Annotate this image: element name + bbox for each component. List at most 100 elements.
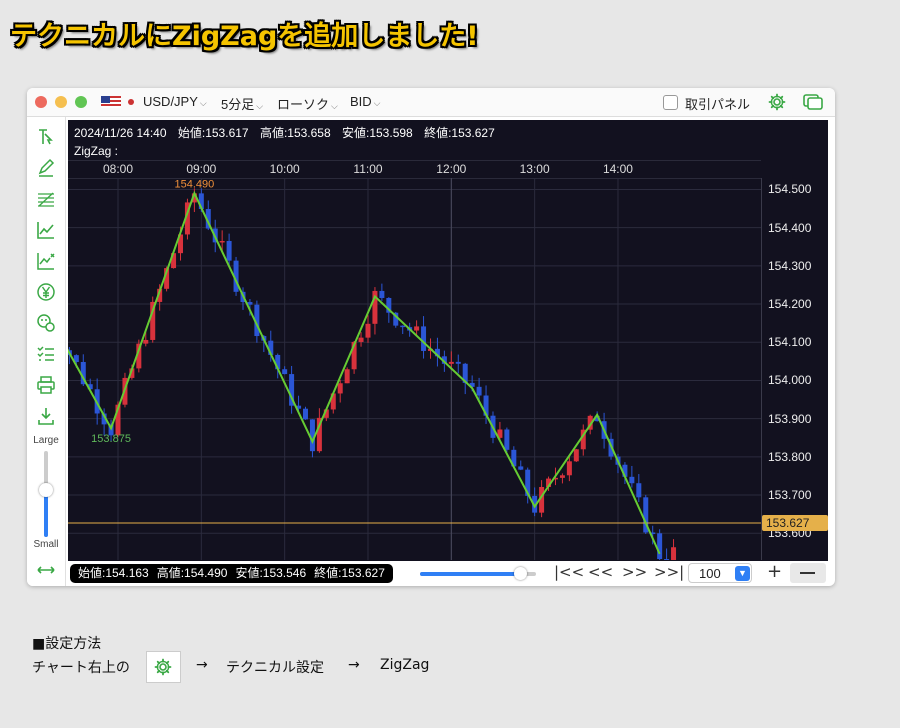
chart-type-label: ローソク <box>277 97 330 112</box>
chevron-down-icon: ⌵ <box>199 98 207 108</box>
candle-body <box>414 326 420 331</box>
jump-start-button[interactable]: |<< <box>554 563 584 581</box>
chart-type-select[interactable]: ローソク ⌵ <box>277 94 338 113</box>
scroll-slider-knob[interactable] <box>513 567 527 580</box>
indicator-icon[interactable] <box>36 251 56 271</box>
status-dot-icon <box>128 99 134 105</box>
us-flag-icon <box>101 96 121 108</box>
chevron-down-icon: ⌵ <box>331 101 338 111</box>
step-back-button[interactable]: << <box>588 563 613 581</box>
candle-body <box>455 361 461 364</box>
print-icon[interactable] <box>36 375 56 395</box>
candlestick-plot[interactable]: 154.490 153.875 153.546 <box>68 178 761 560</box>
candle-body <box>226 240 232 261</box>
price-tick-label: 154.000 <box>768 373 812 388</box>
step-forward-button[interactable]: >> <box>622 563 647 581</box>
zoom-out-button[interactable] <box>790 563 826 583</box>
trade-panel-label[interactable]: 取引パネル <box>685 94 750 113</box>
size-slider[interactable] <box>39 451 53 537</box>
size-slider-fill <box>44 489 48 537</box>
pencil-icon[interactable] <box>36 158 56 178</box>
drawing-toolbar: Large Small <box>27 117 66 586</box>
close-window-button[interactable] <box>35 96 47 108</box>
range-close-value: 終値:153.627 <box>314 566 385 580</box>
step-technical-settings: テクニカル設定 <box>226 660 324 676</box>
price-axis[interactable]: 154.500 154.400 154.300 154.200 154.100 154.0… <box>761 178 829 560</box>
symbol-select[interactable]: USD/JPY ⌵ <box>143 94 207 109</box>
candle-body <box>636 483 642 498</box>
indicator-label: ZigZag : <box>74 144 119 158</box>
scroll-slider-fill <box>420 572 520 576</box>
instructions-prefix: チャート右上の <box>32 660 130 676</box>
headline: テクニカルにZigZagを追加しました! <box>10 21 479 52</box>
candle-body <box>400 325 406 328</box>
zigzag-extreme-label: 153.546 <box>640 559 680 560</box>
line-chart-icon[interactable] <box>36 220 56 240</box>
cursor-icon[interactable] <box>36 127 56 147</box>
candle-body <box>566 461 572 476</box>
window-layout-icon[interactable] <box>803 93 823 111</box>
candle-body <box>358 337 364 342</box>
candle-body <box>379 290 385 298</box>
chevron-down-icon[interactable]: ▼ <box>735 566 750 581</box>
maximize-window-button[interactable] <box>75 96 87 108</box>
price-tick-label: 154.200 <box>768 297 812 312</box>
candle-body <box>282 369 288 375</box>
chart-window: USD/JPY ⌵ 5分足 ⌵ ローソク ⌵ BID ⌵ 取引パネル Large Sma… <box>27 88 835 586</box>
price-tick-label: 154.100 <box>768 335 812 350</box>
time-tick-label: 08:00 <box>102 162 134 176</box>
zoom-in-button[interactable]: + <box>767 561 782 582</box>
yen-icon[interactable] <box>36 282 56 302</box>
candle-body <box>219 240 225 243</box>
symbol-label: USD/JPY <box>143 94 198 109</box>
title-bar: USD/JPY ⌵ 5分足 ⌵ ローソク ⌵ BID ⌵ 取引パネル <box>27 88 835 117</box>
download-icon[interactable] <box>36 406 56 426</box>
close-value: 終値:153.627 <box>424 126 495 140</box>
open-value: 始値:153.617 <box>177 126 249 140</box>
candle-body <box>344 369 350 384</box>
minimize-window-button[interactable] <box>55 96 67 108</box>
expand-horizontal-icon[interactable] <box>36 560 56 580</box>
chart-settings-icon[interactable] <box>36 313 56 333</box>
gear-icon[interactable] <box>767 92 787 112</box>
price-type-label: BID <box>350 94 372 109</box>
time-tick-label: 12:00 <box>436 162 467 176</box>
gear-icon <box>154 658 172 676</box>
candle-body <box>365 323 371 338</box>
candle-body <box>629 476 635 484</box>
price-tick-label: 154.300 <box>768 258 812 273</box>
candle-body <box>421 326 427 351</box>
instructions-title: ■設定方法 <box>32 636 102 652</box>
time-tick-label: 10:00 <box>269 162 300 176</box>
chevron-down-icon: ⌵ <box>256 101 264 111</box>
interval-select[interactable]: 5分足 ⌵ <box>221 94 263 113</box>
range-high-value: 高値:154.490 <box>156 566 228 580</box>
range-low-value: 安値:153.546 <box>235 566 307 580</box>
candle-body <box>302 408 308 420</box>
jump-end-button[interactable]: >>| <box>654 563 684 581</box>
fibonacci-icon[interactable] <box>36 189 56 209</box>
candle-body <box>573 449 579 462</box>
price-tick-label: 153.700 <box>768 488 812 503</box>
scroll-slider[interactable] <box>420 567 536 580</box>
time-tick-label: 11:00 <box>353 162 383 176</box>
size-small-label: Small <box>33 539 59 550</box>
price-tick-label: 154.500 <box>768 182 812 197</box>
chevron-down-icon: ⌵ <box>373 98 381 108</box>
size-large-label: Large <box>33 435 59 446</box>
trade-panel-checkbox[interactable] <box>663 95 678 110</box>
chart-area[interactable]: 2024/11/26 14:40 始値:153.617 高値:153.658 安… <box>68 120 828 586</box>
checklist-icon[interactable] <box>36 344 56 364</box>
ohlc-info-bar: 2024/11/26 14:40 始値:153.617 高値:153.658 安… <box>68 120 828 160</box>
price-tick-label: 153.900 <box>768 411 812 426</box>
range-ohlc: 始値:154.163 高値:154.490 安値:153.546 終値:153.627 <box>70 564 393 583</box>
current-ohlc: 2024/11/26 14:40 始値:153.617 高値:153.658 安… <box>74 124 503 141</box>
price-type-select[interactable]: BID ⌵ <box>350 94 381 109</box>
candle-body <box>143 339 149 344</box>
size-slider-knob[interactable] <box>39 482 53 497</box>
zigzag-extreme-label: 153.875 <box>91 433 131 445</box>
candle-body <box>337 383 343 394</box>
high-value: 高値:153.658 <box>259 126 331 140</box>
zoom-value: 100 <box>699 566 721 581</box>
zoom-select[interactable]: 100 ▼ <box>688 563 752 583</box>
